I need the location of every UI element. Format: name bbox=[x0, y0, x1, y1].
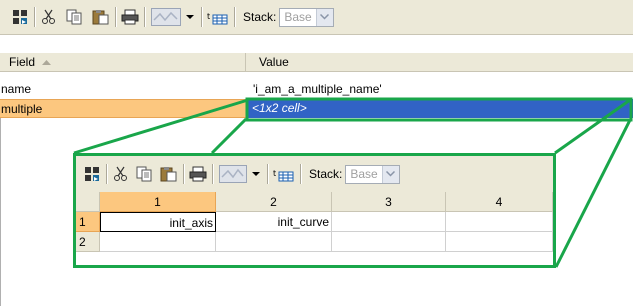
toolbar-separator bbox=[183, 164, 184, 184]
stack-select-value: Base bbox=[350, 167, 378, 181]
table-cell[interactable]: init_axis bbox=[100, 212, 216, 232]
paste-icon[interactable] bbox=[159, 164, 179, 184]
cell-grid: 1 2 3 4 1 init_axis init_curve 2 bbox=[76, 192, 553, 265]
column-header-4[interactable]: 4 bbox=[446, 192, 553, 212]
callout-source-frame bbox=[245, 97, 633, 122]
row-header-1[interactable]: 1 bbox=[76, 212, 100, 232]
insert-table-icon[interactable]: t bbox=[272, 164, 296, 184]
stack-label: Stack: bbox=[309, 167, 343, 181]
toolbar-separator bbox=[267, 164, 268, 184]
plot-dropdown-icon[interactable] bbox=[249, 164, 263, 184]
toolbar-separator bbox=[212, 164, 213, 184]
corner-cell[interactable] bbox=[76, 192, 100, 212]
inset-toolbar: t Stack: Base bbox=[76, 156, 553, 192]
table-cell[interactable] bbox=[100, 232, 216, 252]
cut-icon[interactable] bbox=[111, 164, 131, 184]
column-header-2[interactable]: 2 bbox=[216, 192, 332, 212]
stack-select[interactable]: Base bbox=[345, 164, 400, 184]
callout-connector bbox=[210, 117, 248, 155]
print-icon[interactable] bbox=[188, 164, 208, 184]
table-cell[interactable] bbox=[446, 212, 553, 232]
table-cell[interactable] bbox=[332, 212, 446, 232]
toolbar-separator bbox=[106, 164, 107, 184]
row-header-2[interactable]: 2 bbox=[76, 232, 100, 252]
cell-array-editor: t Stack: Base 1 2 3 4 1 init_axis init_c… bbox=[73, 153, 556, 268]
plot-icon[interactable] bbox=[217, 164, 249, 184]
table-cell[interactable] bbox=[446, 232, 553, 252]
toolbar-separator bbox=[300, 164, 301, 184]
callout-connector bbox=[554, 119, 632, 268]
table-cell[interactable] bbox=[332, 232, 446, 252]
column-header-3[interactable]: 3 bbox=[332, 192, 446, 212]
column-header-1[interactable]: 1 bbox=[100, 192, 216, 212]
chevron-down-icon[interactable] bbox=[381, 165, 399, 183]
table-cell[interactable]: init_curve bbox=[216, 212, 332, 232]
copy-icon[interactable] bbox=[135, 164, 155, 184]
import-data-icon[interactable] bbox=[82, 164, 102, 184]
svg-text:t: t bbox=[273, 169, 276, 178]
table-cell[interactable] bbox=[216, 232, 332, 252]
